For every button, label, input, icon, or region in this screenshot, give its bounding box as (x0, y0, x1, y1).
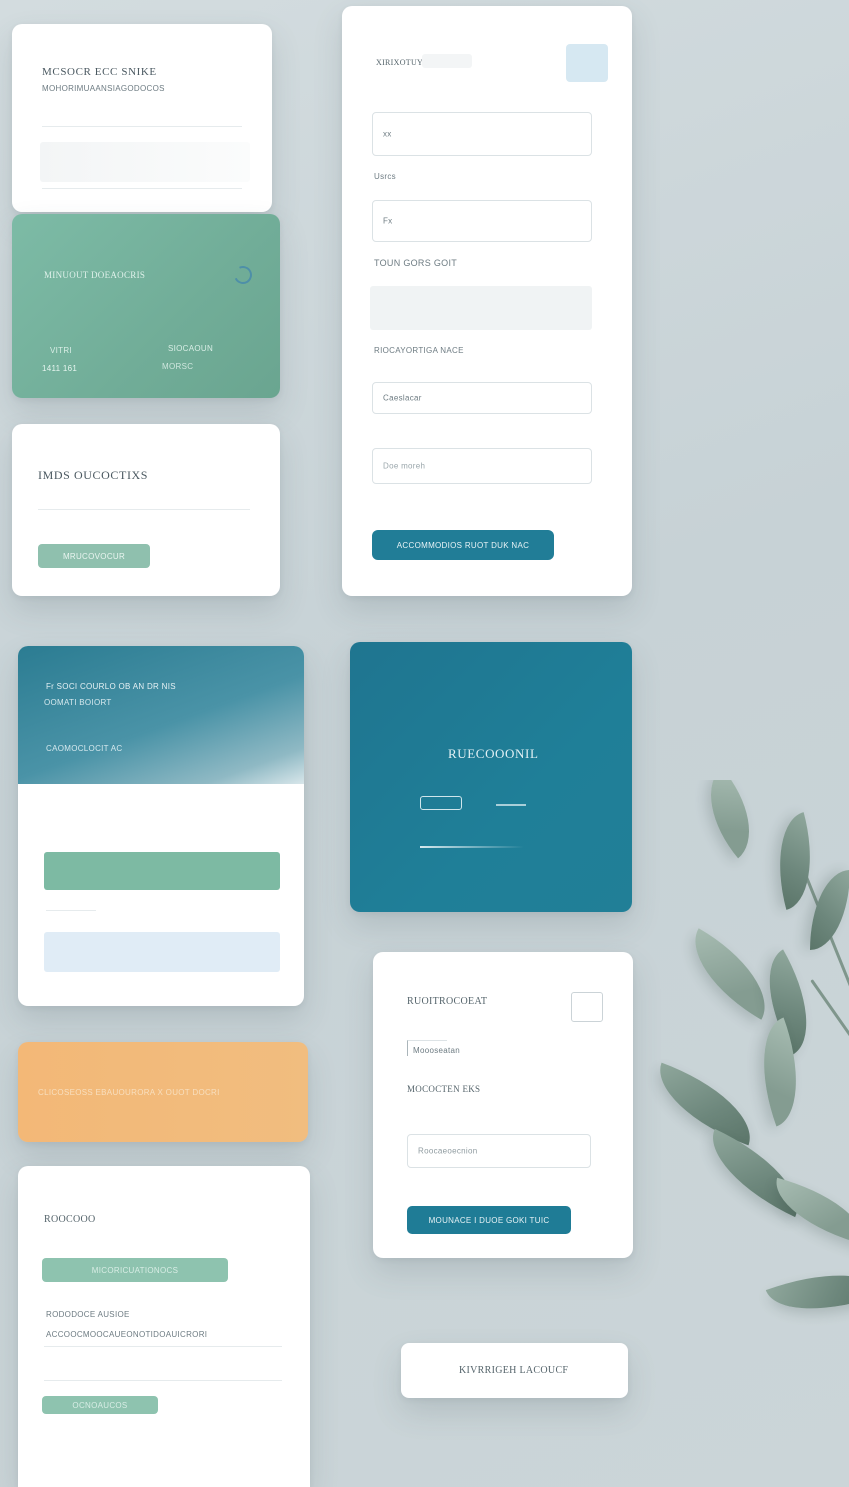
login-field-2-placeholder: Roocaeoecnion (418, 1146, 478, 1156)
checkbox-icon[interactable] (571, 992, 603, 1022)
form-field-1[interactable]: xx (372, 112, 592, 156)
hero-line-3: CAOMOCLOCIT AC (46, 744, 123, 753)
moon-icon[interactable] (231, 263, 255, 287)
stats-value-right: MORSC (162, 362, 194, 371)
summary-card-title: MCSOCR ECC SNIKE (42, 66, 157, 78)
teal-card-title: RUECOOONIL (448, 746, 539, 761)
form-field-2-placeholder: Fx (383, 216, 393, 226)
divider (42, 126, 242, 127)
leaf-icon (810, 870, 849, 950)
orange-banner[interactable]: CLICOSEOSS EBAUOURORA X OUOT DOCRI (18, 1042, 308, 1142)
leaf-icon (645, 1062, 765, 1146)
stats-label-right: SIOCAOUN (168, 344, 214, 353)
form-title-shadow (422, 54, 472, 68)
settings-card-button-2[interactable]: OCNOAUCOS (42, 1396, 158, 1414)
chip-label: KIVRRIGEH LACOUCF (459, 1365, 569, 1376)
description-card-button[interactable]: MRUCOVOCUR (38, 544, 150, 568)
plant-decoration (640, 780, 849, 1340)
divider (44, 1380, 282, 1381)
teal-card-toggle-1[interactable] (420, 796, 462, 810)
hero-card: Fr SOCI COURLO OB AN DR NIS OOMATI BOIOR… (18, 646, 304, 1006)
leaf-icon (766, 1177, 849, 1245)
login-title: RUOITROCOEAT (407, 996, 488, 1007)
form-field-4-placeholder: Caeslacar (383, 393, 422, 403)
stats-label-left: VITRI (50, 346, 72, 355)
settings-card: ROOCOOO MICORICUATIONOCS RODODOCE AUSIOE… (18, 1166, 310, 1487)
teal-card-toggle-2[interactable] (496, 804, 526, 806)
login-label-2: MOCOCTEN EKS (407, 1084, 481, 1094)
summary-card-subtitle: MOHORIMUAANSIAGODOCOS (42, 84, 165, 93)
divider (46, 910, 96, 911)
divider (38, 509, 250, 510)
form-card: XIRIXOTUYS xx Usrcs Fx TOUN GORS GOIT RI… (342, 6, 632, 596)
placeholder-block (40, 142, 250, 182)
leaf-icon (763, 812, 827, 910)
description-card-title: IMDS OUCOCTIXS (38, 468, 149, 482)
login-card: RUOITROCOEAT Moooseatan MOCOCTEN EKS Roo… (373, 952, 633, 1258)
leaf-icon (686, 780, 774, 859)
settings-label-2: RODODOCE AUSIOE (46, 1310, 130, 1319)
image-placeholder-icon[interactable] (566, 44, 608, 82)
settings-card-title: ROOCOOO (44, 1214, 96, 1225)
orange-banner-text: CLICOSEOSS EBAUOURORA X OUOT DOCRI (38, 1088, 220, 1097)
leaf-icon (765, 1252, 849, 1332)
hero-line-2: OOMATI BOIORT (44, 698, 112, 707)
leaf-icon (742, 1017, 818, 1127)
form-title: XIRIXOTUYS (376, 58, 428, 67)
stats-card: MINUOUT DOEAOCRIS VITRI 1411 161 SIOCAOU… (12, 214, 280, 398)
chip-button[interactable]: KIVRRIGEH LACOUCF (401, 1343, 628, 1398)
hero-header (18, 646, 304, 784)
login-field-1-label: Moooseatan (413, 1046, 461, 1055)
form-field-3[interactable] (370, 286, 592, 330)
divider (42, 188, 242, 189)
form-field-2[interactable]: Fx (372, 200, 592, 242)
form-label-2: Usrcs (374, 172, 396, 181)
form-label-3: TOUN GORS GOIT (374, 258, 458, 268)
form-field-4[interactable]: Caeslacar (372, 382, 592, 414)
form-field-5-placeholder: Doe moreh (383, 461, 426, 471)
settings-card-button[interactable]: MICORICUATIONOCS (42, 1258, 228, 1282)
login-field-2[interactable]: Roocaeoecnion (407, 1134, 591, 1168)
description-card: IMDS OUCOCTIXS MRUCOVOCUR (12, 424, 280, 596)
hero-blue-bar[interactable] (44, 932, 280, 972)
teal-card-underline (420, 846, 524, 848)
hero-line-1: Fr SOCI COURLO OB AN DR NIS (46, 682, 176, 691)
summary-card: MCSOCR ECC SNIKE MOHORIMUAANSIAGODOCOS (12, 24, 272, 212)
teal-card: RUECOOONIL (350, 642, 632, 912)
form-submit-button[interactable]: ACCOMMODIOS RUOT DUK NAC (372, 530, 554, 560)
hero-green-bar[interactable] (44, 852, 280, 890)
stats-card-title: MINUOUT DOEAOCRIS (44, 270, 146, 280)
form-field-1-placeholder: xx (383, 129, 392, 139)
login-button[interactable]: MOUNACE I DUOE GOKI TUIC (407, 1206, 571, 1234)
stats-value-left: 1411 161 (42, 364, 78, 373)
settings-label-3: ACCOOCMOOCAUEONOTIDOAUICRORI (46, 1330, 208, 1339)
divider (44, 1346, 282, 1347)
form-label-4: RIOCAYORTIGA NACE (374, 346, 464, 355)
form-field-5[interactable]: Doe moreh (372, 448, 592, 484)
